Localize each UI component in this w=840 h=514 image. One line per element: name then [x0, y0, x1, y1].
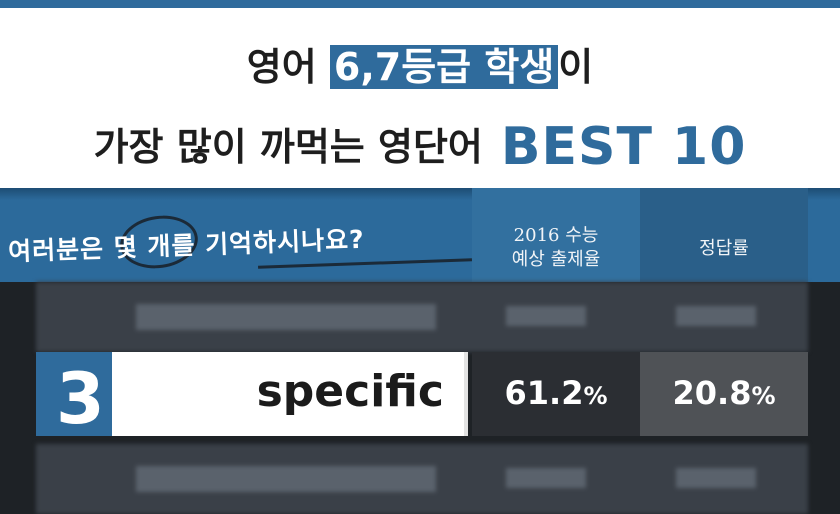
predicted-rate-header: 2016 수능 예상 출제율: [472, 188, 640, 282]
title-line-2: 가장 많이 까먹는 영단어 BEST 10: [0, 116, 840, 177]
accuracy-rate-cell: 20.8%: [640, 352, 808, 436]
predicted-rate-header-line2: 예상 출제율: [511, 249, 601, 270]
predicted-rate-header-line1: 2016 수능: [513, 225, 599, 246]
best-ten-label: BEST 10: [500, 117, 747, 177]
predicted-rate-header-text: 2016 수능 예상 출제율: [472, 224, 640, 272]
word-row: 3 specific 61.2% 20.8%: [36, 352, 808, 436]
title-header: 영어 6,7등급 학생 이 가장 많이 까먹는 영단어 BEST 10: [0, 8, 840, 188]
title-line1-after: 이: [558, 45, 594, 89]
blurred-value: [506, 306, 586, 326]
rank-number: 3: [56, 358, 105, 436]
accuracy-rate-header-text: 정답률: [699, 238, 749, 259]
top-accent-stripe: [0, 0, 840, 8]
predicted-rate-value-wrap: 61.2%: [472, 374, 640, 412]
accuracy-rate-value-wrap: 20.8%: [640, 374, 808, 412]
title-line-1: 영어 6,7등급 학생 이: [0, 36, 840, 91]
vocab-word: specific: [256, 366, 444, 417]
title-line1-before: 영어: [246, 45, 330, 89]
word-cell: specific: [112, 352, 468, 436]
blurred-value: [676, 306, 756, 326]
blurred-row-above: [36, 282, 808, 352]
blurred-value: [506, 468, 586, 488]
predicted-rate-cell: 61.2%: [472, 352, 640, 436]
blurred-word: [136, 304, 436, 330]
blurred-value: [676, 468, 756, 488]
title-line2-text: 가장 많이 까먹는 영단어: [93, 125, 483, 169]
accuracy-rate-value: 20.8: [672, 374, 752, 412]
predicted-rate-unit: %: [583, 382, 608, 410]
title-highlight: 6,7등급 학생: [329, 45, 559, 89]
rank-badge: 3: [36, 352, 112, 436]
blurred-word: [136, 466, 436, 492]
accuracy-rate-header: 정답률: [640, 188, 808, 282]
predicted-rate-value: 61.2: [504, 374, 584, 412]
accuracy-rate-unit: %: [751, 382, 776, 410]
